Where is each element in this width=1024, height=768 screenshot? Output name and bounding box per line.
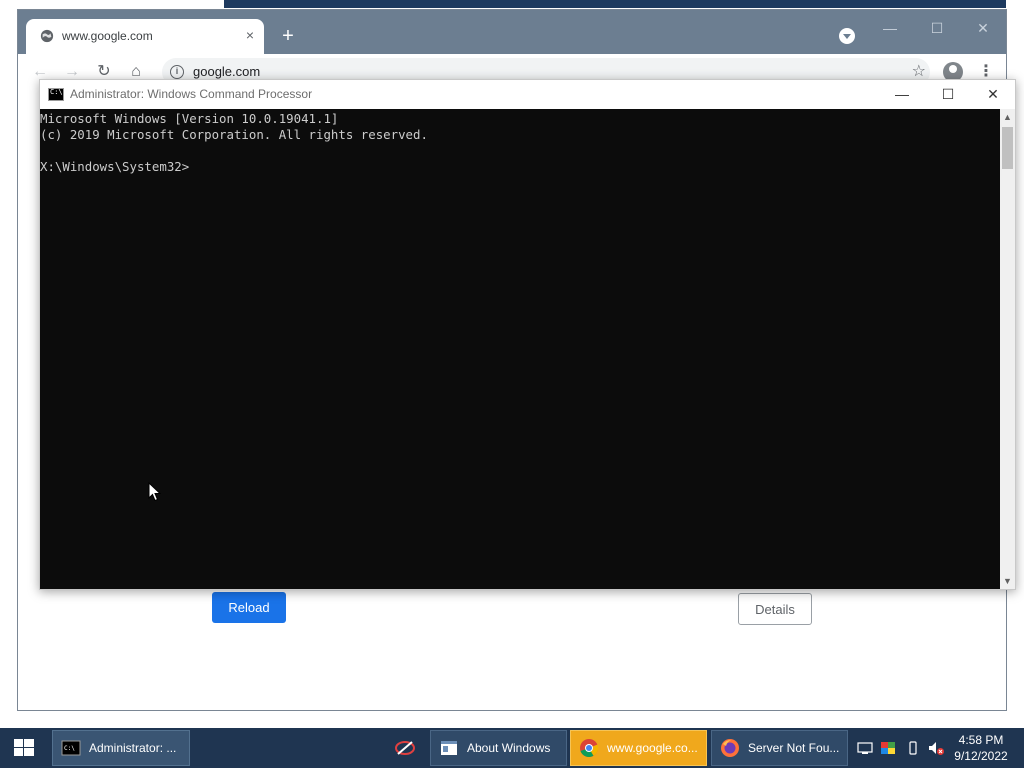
taskbar-item-about-windows[interactable]: About Windows <box>430 730 567 766</box>
display-icon[interactable] <box>880 740 896 756</box>
clock-date: 9/12/2022 <box>954 749 1008 763</box>
tab-google[interactable]: www.google.com × <box>26 19 264 54</box>
usb-device-icon[interactable] <box>905 740 921 756</box>
console-line: (c) 2019 Microsoft Corporation. All righ… <box>40 127 428 142</box>
details-button[interactable]: Details <box>738 593 812 625</box>
reload-button[interactable]: Reload <box>212 592 286 623</box>
star-icon[interactable]: ☆ <box>912 61 926 81</box>
taskbar-item-cmd[interactable]: C:\ Administrator: ... <box>52 730 190 766</box>
desktop-strip-dark <box>224 0 1024 8</box>
address-text: google.com <box>193 64 261 79</box>
taskbar-item-firefox[interactable]: Server Not Fou... <box>711 730 848 766</box>
cmd-console[interactable]: Microsoft Windows [Version 10.0.19041.1]… <box>40 109 1000 589</box>
scroll-up-icon[interactable]: ▲ <box>1000 109 1015 125</box>
console-line: Microsoft Windows [Version 10.0.19041.1] <box>40 111 339 126</box>
chrome-icon <box>580 739 599 758</box>
snipping-tool-icon[interactable] <box>394 738 416 758</box>
tab-search-icon[interactable] <box>839 28 855 44</box>
chrome-minimize-button[interactable]: — <box>875 18 905 38</box>
taskbar-clock[interactable]: 4:58 PM 9/12/2022 <box>948 732 1014 764</box>
taskbar-item-chrome[interactable]: www.google.co... <box>570 730 707 766</box>
chrome-tab-bar: www.google.com × + — ☐ ✕ <box>18 10 1006 54</box>
network-icon[interactable] <box>857 740 873 756</box>
cmd-icon: C:\ <box>61 740 81 756</box>
windows-start-icon[interactable] <box>0 728 48 768</box>
desktop-strip <box>0 0 224 8</box>
volume-muted-icon[interactable] <box>928 740 944 756</box>
cmd-title-text: Administrator: Windows Command Processor <box>70 87 313 101</box>
firefox-icon <box>721 739 739 757</box>
scroll-down-icon[interactable]: ▼ <box>1000 573 1015 589</box>
cmd-close-button[interactable]: ✕ <box>973 83 1013 105</box>
window-icon <box>441 741 457 755</box>
chrome-maximize-button[interactable]: ☐ <box>922 18 952 38</box>
cmd-maximize-button[interactable]: ☐ <box>928 83 968 105</box>
console-prompt: X:\Windows\System32> <box>40 159 190 174</box>
cmd-scrollbar[interactable]: ▲ ▼ <box>1000 109 1015 589</box>
tab-close-icon[interactable]: × <box>242 27 258 43</box>
globe-icon <box>40 29 54 43</box>
taskbar-item-label: Administrator: ... <box>89 741 177 755</box>
new-tab-button[interactable]: + <box>277 26 299 48</box>
taskbar-item-label: About Windows <box>467 741 551 755</box>
scroll-thumb[interactable] <box>1002 127 1013 169</box>
taskbar: C:\ Administrator: ... About Windows www… <box>0 728 1024 768</box>
mouse-cursor-icon <box>148 482 162 502</box>
tab-title: www.google.com <box>62 29 153 43</box>
clock-time: 4:58 PM <box>958 733 1004 747</box>
taskbar-item-label: Server Not Fou... <box>748 741 840 755</box>
cmd-title-bar[interactable]: Administrator: Windows Command Processor… <box>40 80 1015 109</box>
cmd-window: Administrator: Windows Command Processor… <box>39 79 1016 590</box>
info-icon[interactable]: i <box>170 65 184 79</box>
cmd-app-icon <box>48 88 64 101</box>
chrome-close-button[interactable]: ✕ <box>968 18 998 38</box>
taskbar-item-label: www.google.co... <box>607 741 698 755</box>
cmd-minimize-button[interactable]: — <box>882 83 922 105</box>
svg-text:C:\: C:\ <box>64 745 75 752</box>
